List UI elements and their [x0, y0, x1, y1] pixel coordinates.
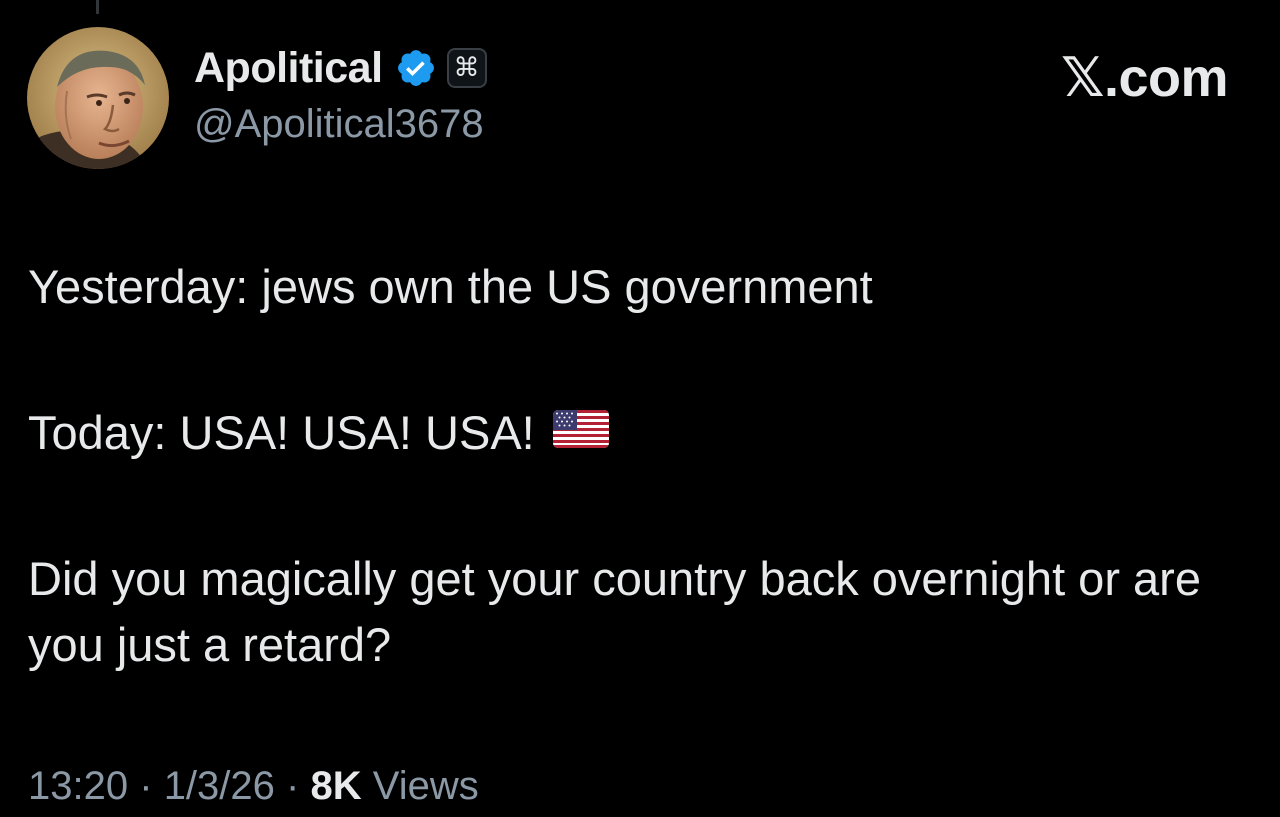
meta-separator: ·: [286, 764, 300, 808]
author-display-name[interactable]: Apolitical: [194, 44, 383, 93]
tweet-time[interactable]: 13:20: [28, 764, 128, 808]
us-flag-icon: [552, 399, 609, 465]
command-key-icon[interactable]: ⌘: [446, 48, 487, 88]
tweet-line-text: Today: USA! USA! USA!: [28, 406, 535, 459]
tweet-line: Did you magically get your country back …: [28, 552, 1201, 671]
views-count[interactable]: 8K: [310, 764, 361, 808]
tweet-text: Yesterday: jews own the US government To…: [28, 254, 1258, 678]
avatar[interactable]: [27, 27, 169, 169]
tweet-line: Yesterday: jews own the US government: [28, 260, 873, 313]
author-handle[interactable]: @Apolitical3678: [194, 102, 484, 147]
tweet-line: Today: USA! USA! USA!: [28, 400, 1258, 466]
meta-separator: ·: [139, 764, 153, 808]
author-name-row: Apolitical ⌘: [194, 42, 487, 94]
portrait-avatar-icon: [27, 27, 169, 169]
tweet-meta: 13:20 · 1/3/26 · 8K Views: [28, 764, 479, 809]
tweet-date[interactable]: 1/3/26: [164, 764, 275, 808]
thread-connector-line: [96, 0, 99, 14]
verified-badge-icon[interactable]: [395, 47, 437, 89]
x-com-watermark: 𝕏.com: [1060, 48, 1229, 108]
views-label: Views: [372, 764, 479, 808]
